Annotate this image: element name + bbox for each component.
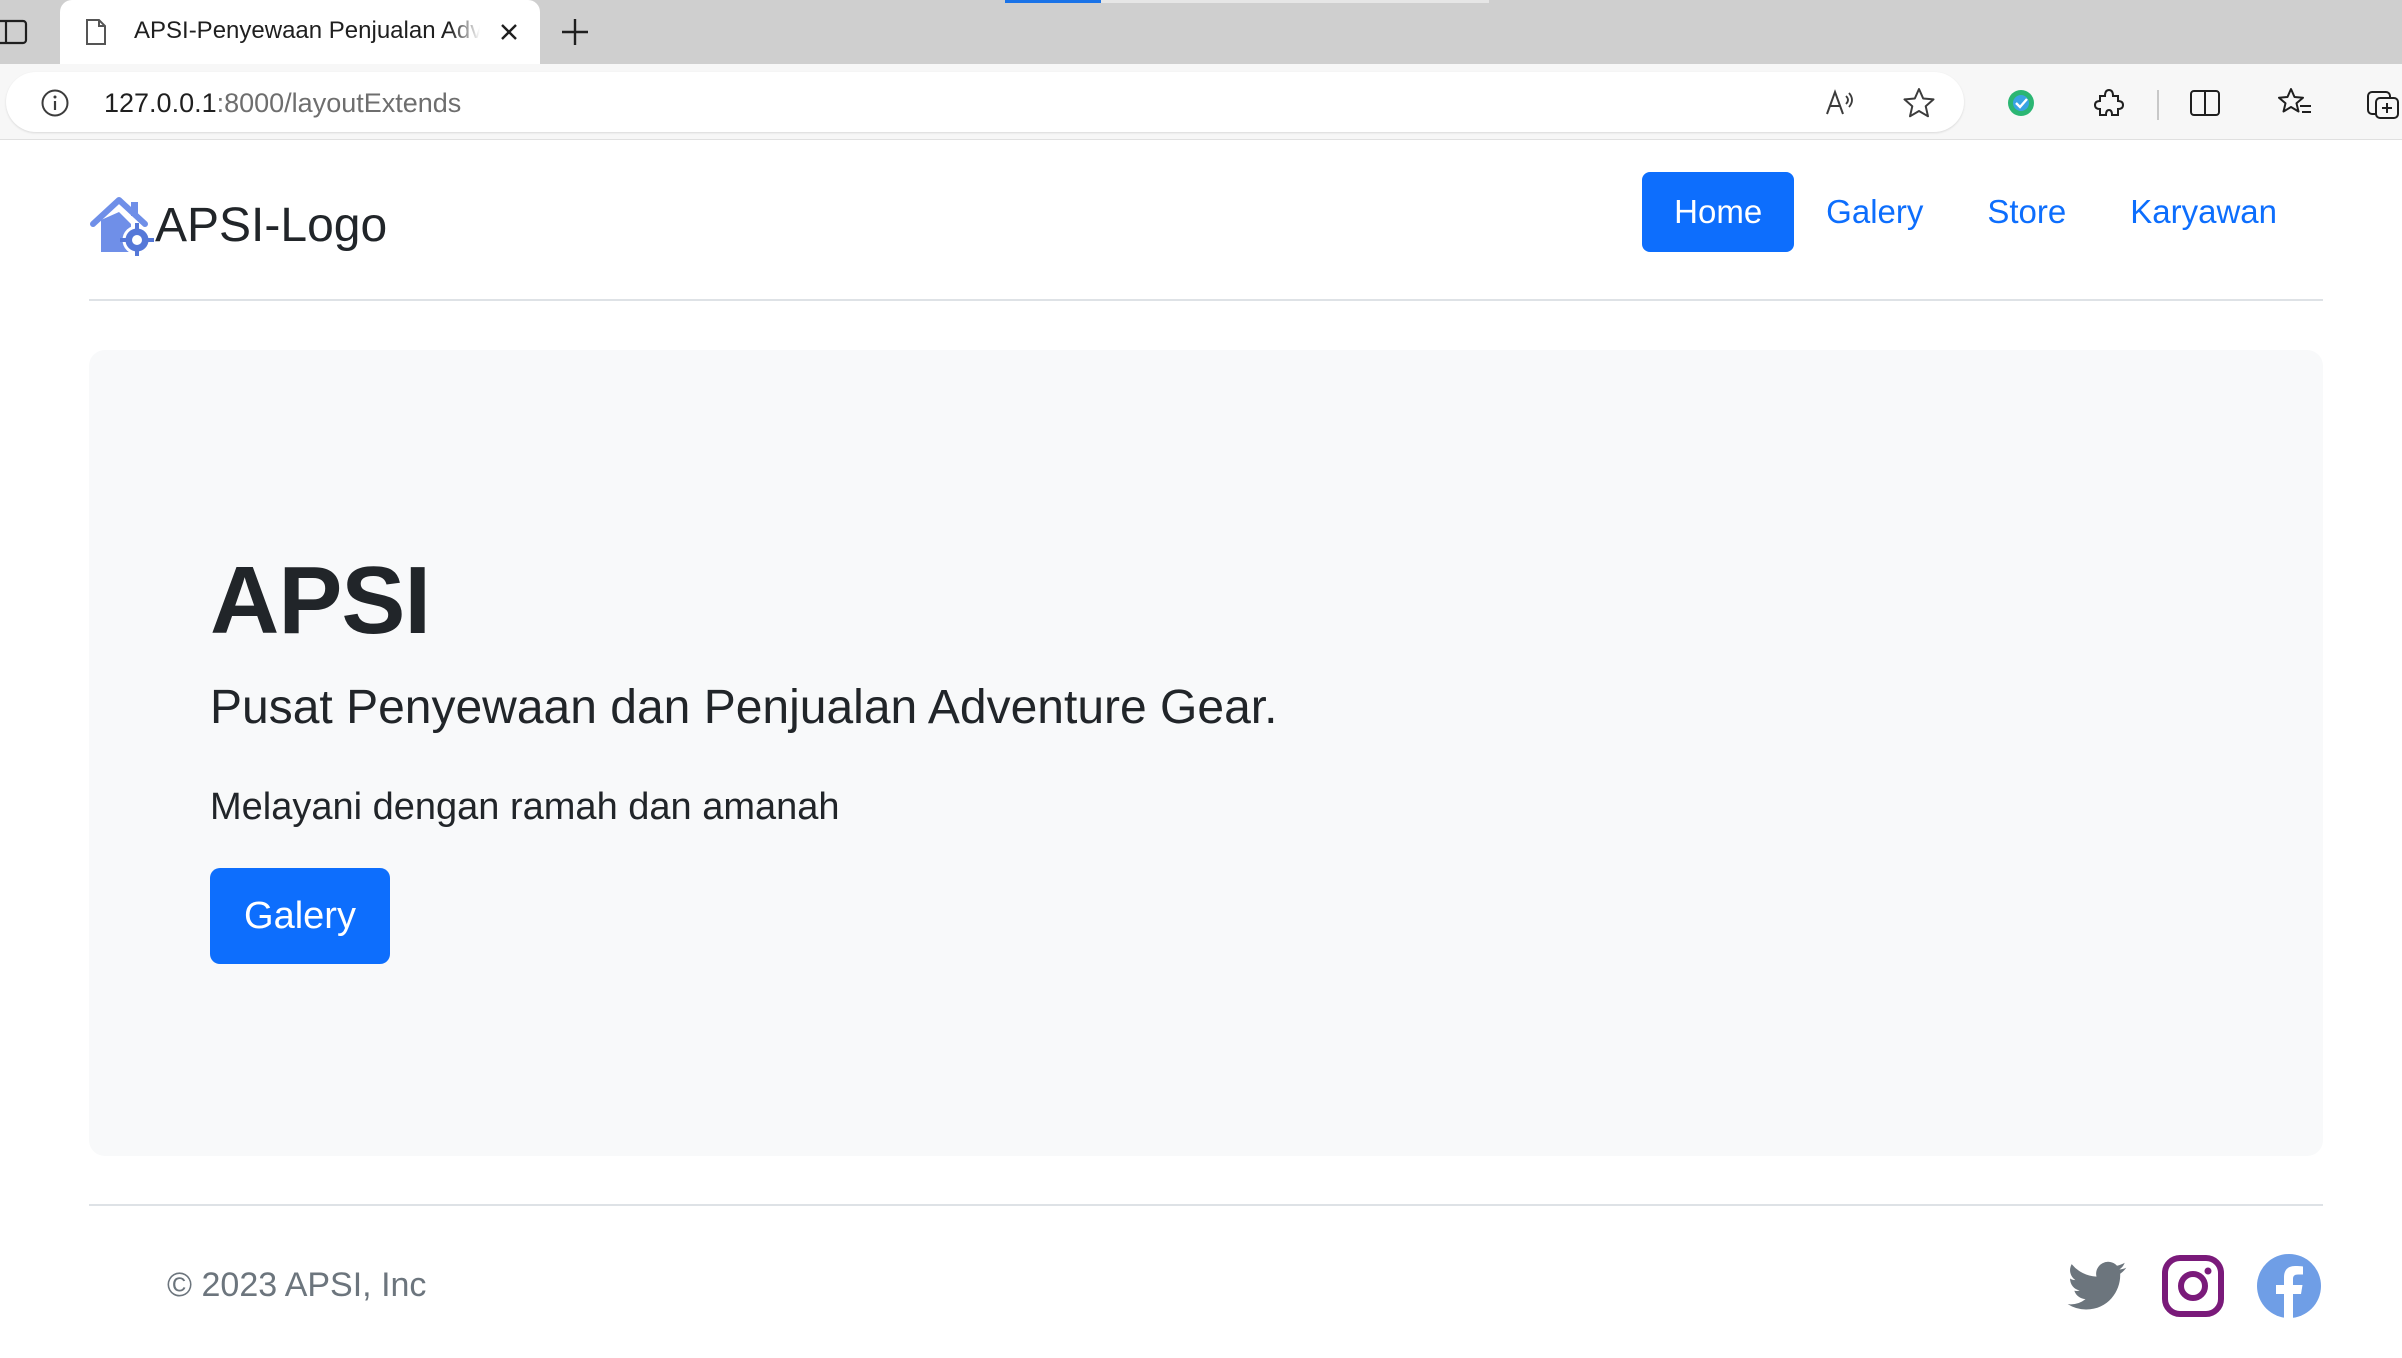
twitter-icon[interactable]	[2065, 1254, 2129, 1318]
url-host: 127.0.0.1	[104, 88, 217, 118]
main-nav: Home Galery Store Karyawan	[1642, 172, 2309, 252]
facebook-glyph	[2257, 1254, 2321, 1318]
nav-karyawan[interactable]: Karyawan	[2098, 172, 2309, 252]
facebook-icon[interactable]	[2257, 1254, 2321, 1318]
browser-toolbar: 127.0.0.1:8000/layoutExtends	[0, 64, 2402, 140]
copyright-text: © 2023 APSI, Inc	[167, 1266, 427, 1304]
extension-badge-icon[interactable]	[2004, 86, 2038, 120]
extensions-puzzle-icon[interactable]	[2092, 86, 2126, 120]
browser-tab-strip: APSI-Penyewaan Penjualan Adventure Gear	[0, 0, 2402, 64]
site-header: APSI-Logo Home Galery Store Karyawan	[89, 140, 2323, 301]
favorites-icon[interactable]	[2278, 86, 2312, 120]
hero-section: APSI Pusat Penyewaan dan Penjualan Adven…	[89, 350, 2323, 1156]
tab-actions-icon[interactable]	[0, 18, 28, 46]
collections-icon[interactable]	[2366, 86, 2400, 120]
brand-link[interactable]: APSI-Logo	[89, 192, 387, 258]
web-page: APSI-Logo Home Galery Store Karyawan APS…	[0, 140, 2402, 1358]
tab-title: APSI-Penyewaan Penjualan Adventure Gear	[134, 17, 480, 45]
read-aloud-icon[interactable]	[1824, 86, 1858, 120]
close-tab-icon[interactable]	[496, 19, 522, 45]
galery-button[interactable]: Galery	[210, 868, 390, 964]
url-path: :8000/layoutExtends	[216, 88, 462, 118]
hero-subtitle: Pusat Penyewaan dan Penjualan Adventure …	[210, 681, 1278, 734]
new-tab-icon[interactable]	[558, 15, 592, 49]
instagram-icon[interactable]	[2161, 1254, 2225, 1318]
hero-text: Melayani dengan ramah dan amanah	[210, 786, 840, 828]
brand-name: APSI-Logo	[155, 198, 388, 252]
split-screen-icon[interactable]	[2188, 86, 2222, 120]
hero-title: APSI	[210, 547, 431, 654]
loading-indicator	[1005, 0, 1101, 3]
address-bar[interactable]: 127.0.0.1:8000/layoutExtends	[6, 72, 1964, 132]
site-footer: © 2023 APSI, Inc	[89, 1204, 2323, 1354]
favorite-star-icon[interactable]	[1902, 86, 1936, 120]
page-icon	[86, 19, 106, 45]
nav-store[interactable]: Store	[1955, 172, 2098, 252]
site-info-icon[interactable]	[40, 88, 70, 118]
nav-home[interactable]: Home	[1642, 172, 1795, 252]
nav-galery[interactable]: Galery	[1794, 172, 1955, 252]
active-tab[interactable]: APSI-Penyewaan Penjualan Adventure Gear	[60, 0, 540, 64]
twitter-glyph	[2067, 1261, 2127, 1310]
toolbar-divider	[2157, 90, 2159, 120]
instagram-glyph	[2162, 1255, 2224, 1317]
loading-track	[1101, 0, 1489, 3]
house-gear-icon	[90, 197, 154, 256]
url-text: 127.0.0.1:8000/layoutExtends	[104, 88, 461, 119]
